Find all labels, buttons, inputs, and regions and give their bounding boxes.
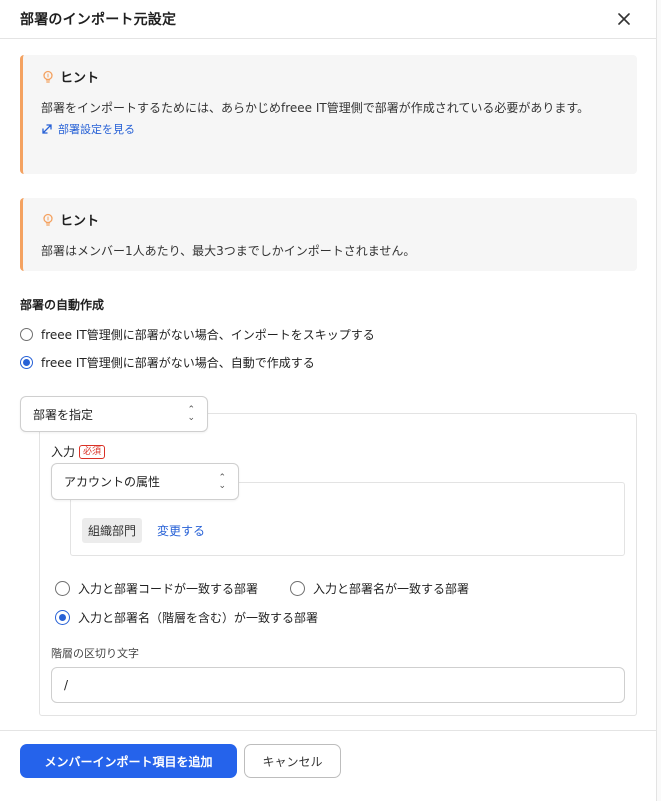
auto-create-option-label: freee IT管理側に部署がない場合、自動で作成する bbox=[41, 356, 315, 370]
select-chevron-icon: ⌃ ⌄ bbox=[218, 472, 226, 491]
select-chevron-icon: ⌃ ⌄ bbox=[187, 405, 195, 423]
input-source-select[interactable]: アカウントの属性 ⌃ ⌄ bbox=[51, 463, 239, 500]
match-option-label: 入力と部署名（階層を含む）が一致する部署 bbox=[78, 611, 319, 625]
match-option-label: 入力と部署コードが一致する部署 bbox=[78, 582, 259, 596]
radio-button[interactable] bbox=[290, 581, 305, 596]
hint-heading-label: ヒント bbox=[60, 214, 100, 229]
department-type-select[interactable]: 部署を指定 ⌃ ⌄ bbox=[20, 396, 208, 432]
lightbulb-icon bbox=[43, 70, 53, 83]
add-member-import-item-button[interactable]: メンバーインポート項目を追加 bbox=[20, 744, 237, 778]
radio-button-selected[interactable] bbox=[20, 356, 33, 369]
hint-box-prerequisite: ヒント 部署をインポートするためには、あらかじめfreee IT管理側で部署が作… bbox=[20, 55, 637, 174]
auto-create-option-label: freee IT管理側に部署がない場合、インポートをスキップする bbox=[41, 328, 375, 342]
background-edge bbox=[657, 0, 661, 801]
auto-create-title: 部署の自動作成 bbox=[20, 298, 105, 312]
input-source-select-value: アカウントの属性 bbox=[64, 475, 161, 489]
close-icon bbox=[618, 13, 630, 25]
attribute-chip: 組織部門 bbox=[82, 518, 143, 543]
hint-heading: ヒント bbox=[41, 67, 619, 86]
hint-heading: ヒント bbox=[41, 210, 619, 229]
input-label: 入力 必須 bbox=[51, 443, 106, 460]
auto-create-option-skip[interactable]: freee IT管理側に部署がない場合、インポートをスキップする bbox=[20, 326, 375, 343]
dialog-title: 部署のインポート元設定 bbox=[20, 12, 177, 28]
department-settings-link-label: 部署設定を見る bbox=[58, 123, 135, 136]
close-button[interactable] bbox=[613, 8, 635, 30]
department-settings-link[interactable]: 部署設定を見る bbox=[41, 121, 619, 137]
match-option-code[interactable]: 入力と部署コードが一致する部署 bbox=[55, 580, 258, 597]
match-option-hierarchy[interactable]: 入力と部署名（階層を含む）が一致する部署 bbox=[55, 609, 318, 626]
lightbulb-icon bbox=[43, 213, 53, 226]
match-option-label: 入力と部署名が一致する部署 bbox=[313, 582, 470, 596]
auto-create-option-create[interactable]: freee IT管理側に部署がない場合、自動で作成する bbox=[20, 354, 315, 371]
radio-button-selected[interactable] bbox=[55, 610, 70, 625]
delimiter-input[interactable] bbox=[51, 667, 625, 703]
import-source-dialog: 部署のインポート元設定 ヒント 部署をインポートするためには、あらかじめfree… bbox=[0, 0, 657, 801]
department-type-select-value: 部署を指定 bbox=[33, 407, 94, 422]
input-label-text: 入力 bbox=[51, 445, 76, 459]
hint-box-limit: ヒント 部署はメンバー1人あたり、最大3つまでしかインポートされません。 bbox=[20, 198, 637, 271]
cancel-button[interactable]: キャンセル bbox=[244, 744, 341, 778]
radio-button[interactable] bbox=[55, 581, 70, 596]
required-badge: 必須 bbox=[79, 444, 106, 459]
change-attribute-link[interactable]: 変更する bbox=[157, 522, 205, 539]
radio-button[interactable] bbox=[20, 328, 33, 341]
hint-heading-label: ヒント bbox=[60, 71, 100, 86]
external-link-icon bbox=[42, 124, 52, 134]
match-option-name[interactable]: 入力と部署名が一致する部署 bbox=[290, 580, 469, 597]
hint-text: 部署はメンバー1人あたり、最大3つまでしかインポートされません。 bbox=[41, 244, 416, 258]
dialog-header: 部署のインポート元設定 bbox=[0, 0, 657, 39]
hint-text: 部署をインポートするためには、あらかじめfreee IT管理側で部署が作成されて… bbox=[41, 101, 590, 115]
delimiter-label: 階層の区切り文字 bbox=[51, 647, 139, 660]
